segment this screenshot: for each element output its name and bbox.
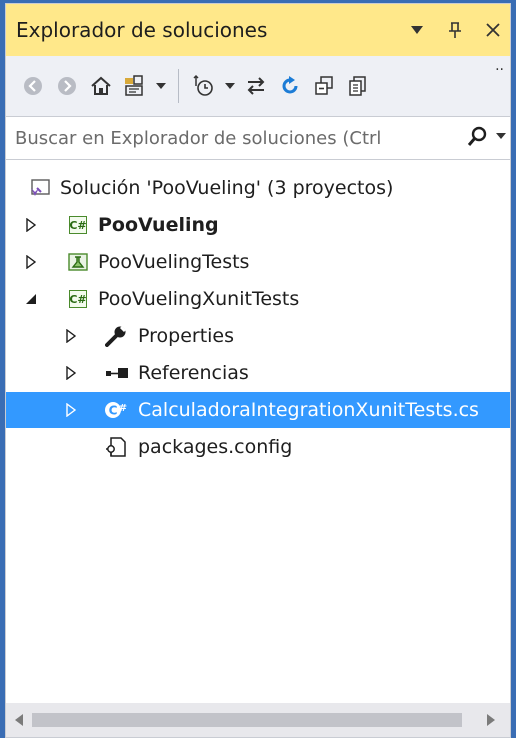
collapse-all-icon[interactable] [307,66,341,106]
scroll-right-icon[interactable] [480,703,502,737]
sync-active-document-icon[interactable] [239,66,273,106]
search-bar [6,116,510,160]
search-icon[interactable] [466,125,488,153]
solution-label: Solución 'PooVueling' (3 proyectos) [60,177,394,199]
project-label: PooVueling [98,214,219,236]
forward-icon[interactable] [50,66,84,106]
csharp-project-icon: C# [66,288,90,310]
toolbar-separator [178,69,179,103]
pending-changes-icon[interactable] [187,66,221,106]
toolbar: ·· [6,56,510,116]
panel-title: Explorador de soluciones [16,18,268,42]
tree-item-cs-file[interactable]: C # CalculadoraIntegrationXunitTests.cs [6,392,510,428]
csharp-project-icon: C# [66,214,90,236]
refresh-icon[interactable] [273,66,307,106]
solution-explorer-panel: Explorador de soluciones ·· Buscar en Ex… [5,3,511,738]
search-input[interactable] [13,126,457,150]
scrollbar-thumb[interactable] [32,713,462,727]
pin-icon[interactable] [444,15,466,45]
search-options-dropdown-icon[interactable] [496,127,506,143]
panel-title-bar: Explorador de soluciones [6,4,510,56]
tree-item-project-poovuelingxunittests[interactable]: C# PooVuelingXunitTests [6,281,510,317]
expand-arrow-icon[interactable] [64,329,78,343]
tree-item-project-poovueling[interactable]: C# PooVueling [6,207,510,243]
wrench-icon [104,325,128,347]
toolbar-overflow[interactable]: ·· [495,62,504,78]
tree-item-packages-config[interactable]: packages.config [6,429,510,465]
solution-tree: Solución 'PooVueling' (3 proyectos) C# P… [6,164,510,674]
expand-arrow-icon[interactable] [64,366,78,380]
project-label: PooVuelingTests [98,251,250,273]
test-project-icon [66,251,90,273]
views-dropdown-icon[interactable] [152,66,170,106]
pending-dropdown-icon[interactable] [221,66,239,106]
expand-arrow-icon[interactable] [64,403,78,417]
csharp-file-icon: C # [104,399,128,421]
references-label: Referencias [138,362,249,384]
config-file-icon [104,436,128,458]
svg-text:#: # [119,403,127,414]
project-label: PooVuelingXunitTests [98,288,300,310]
scrollbar-track[interactable] [32,713,470,727]
solution-icon [28,177,52,199]
close-icon[interactable] [482,15,504,45]
expand-arrow-icon[interactable] [24,255,38,269]
home-icon[interactable] [84,66,118,106]
horizontal-scrollbar[interactable] [6,703,510,737]
properties-label: Properties [138,325,235,347]
back-icon[interactable] [16,66,50,106]
tree-item-project-poovuelingtests[interactable]: PooVuelingTests [6,244,510,280]
tree-item-solution[interactable]: Solución 'PooVueling' (3 proyectos) [6,170,510,206]
show-all-files-icon[interactable] [341,66,375,106]
scroll-left-icon[interactable] [8,703,30,737]
references-icon [104,362,128,384]
window-position-dropdown-icon[interactable] [406,15,428,45]
tree-item-properties[interactable]: Properties [6,318,510,354]
cs-file-label: CalculadoraIntegrationXunitTests.cs [138,399,479,421]
expand-arrow-icon[interactable] [24,218,38,232]
collapse-arrow-icon[interactable] [24,292,38,306]
svg-text:C: C [109,404,118,418]
solutions-view-icon[interactable] [118,66,152,106]
tree-item-referencias[interactable]: Referencias [6,355,510,391]
packages-config-label: packages.config [138,436,293,458]
title-actions [406,4,504,56]
